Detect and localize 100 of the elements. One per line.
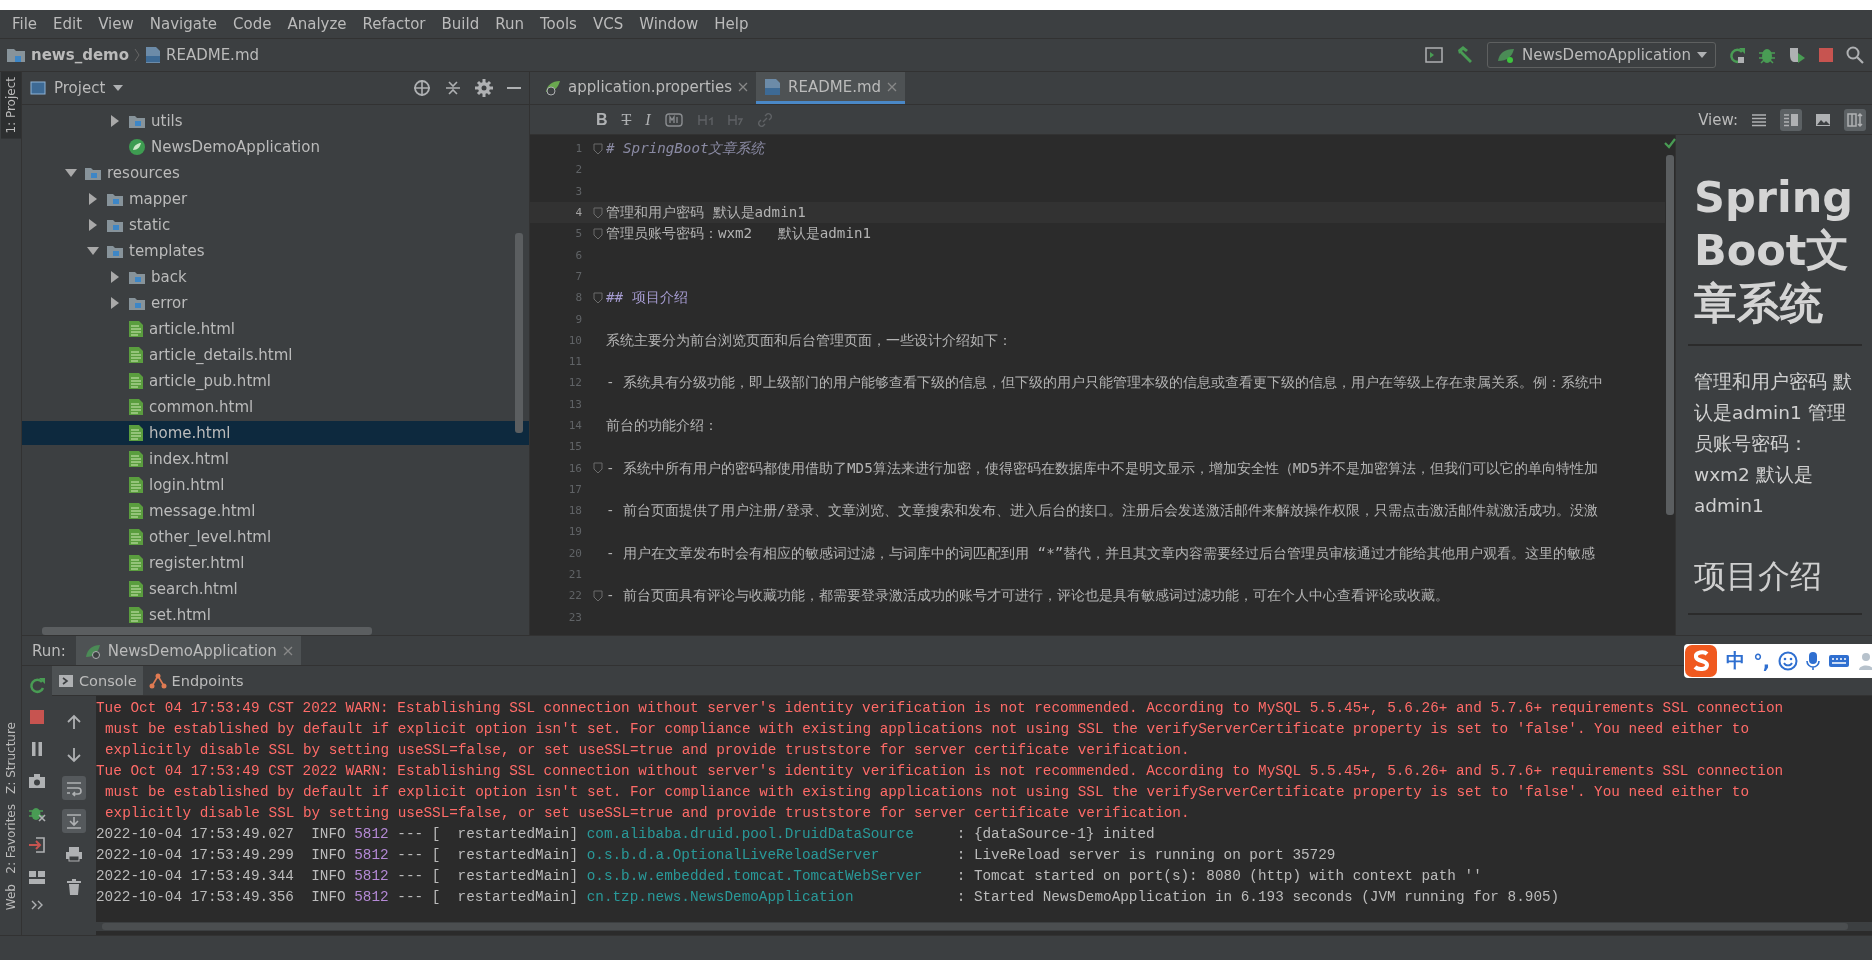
down-arrow-icon[interactable] [65, 746, 83, 764]
format-button[interactable]: T [621, 110, 632, 129]
coverage-icon[interactable] [1788, 46, 1806, 64]
fold-marker-icon[interactable] [593, 589, 603, 602]
format-button[interactable]: B [596, 110, 608, 129]
ime-option[interactable]: °, [1753, 650, 1770, 672]
menu-item[interactable]: Navigate [141, 15, 226, 33]
tool-window-button[interactable]: Z: Structure [0, 717, 21, 800]
run-configuration-dropdown[interactable]: NewsDemoApplication [1487, 42, 1716, 68]
tree-item[interactable]: mapper [22, 187, 529, 211]
menu-item[interactable]: Window [631, 15, 707, 33]
stop-icon[interactable] [1818, 47, 1834, 63]
tree-item[interactable]: message.html [22, 499, 529, 523]
crosshair-icon[interactable] [413, 79, 431, 97]
menu-item[interactable]: VCS [584, 15, 632, 33]
layout-icon[interactable] [28, 868, 46, 886]
tree-item[interactable]: article.html [22, 317, 529, 341]
format-button[interactable]: I [645, 110, 651, 129]
close-icon[interactable] [738, 81, 749, 92]
smiley-icon[interactable] [1778, 651, 1798, 671]
expand-arrow-icon[interactable] [110, 297, 120, 309]
editor-tab[interactable]: application.properties [536, 72, 757, 104]
rerun-icon[interactable] [28, 676, 46, 694]
tree-item[interactable]: static [22, 213, 529, 237]
expand-arrow-icon[interactable] [110, 115, 120, 127]
split-view-icon[interactable] [1783, 111, 1799, 128]
tree-item[interactable]: resources [22, 161, 529, 185]
print-icon[interactable] [65, 845, 83, 863]
fold-marker-icon[interactable] [593, 142, 603, 155]
ime-option[interactable]: 中 [1726, 648, 1746, 674]
tree-item[interactable]: search.html [22, 577, 529, 601]
collapse-arrow-icon[interactable] [87, 246, 99, 256]
microphone-icon[interactable] [1806, 651, 1820, 671]
search-icon[interactable] [1846, 46, 1864, 64]
expand-arrow-icon[interactable] [88, 193, 98, 205]
menu-item[interactable]: Help [706, 15, 757, 33]
run-tab[interactable]: NewsDemoApplication [75, 636, 301, 665]
tree-item[interactable]: index.html [22, 447, 529, 471]
menu-item[interactable]: Run [487, 15, 532, 33]
scroll-sync-icon[interactable] [1847, 111, 1863, 128]
tree-item[interactable]: utils [22, 109, 529, 133]
tree-item[interactable]: register.html [22, 551, 529, 575]
caret-icon[interactable] [113, 85, 124, 91]
minimize-icon[interactable] [507, 86, 521, 90]
expand-arrow-icon[interactable] [88, 219, 98, 231]
tree-item[interactable]: home.html [22, 421, 529, 445]
bug-icon[interactable] [1758, 46, 1776, 64]
tree-item[interactable]: article_pub.html [22, 369, 529, 393]
console-tab[interactable]: Endpoints [142, 666, 250, 695]
menu-item[interactable]: Analyze [279, 15, 355, 33]
menu-item[interactable]: View [90, 15, 142, 33]
expand-arrow-icon[interactable] [110, 271, 120, 283]
tree-item[interactable]: other_level.html [22, 525, 529, 549]
tree-item[interactable]: common.html [22, 395, 529, 419]
tree-item[interactable]: NewsDemoApplication [22, 135, 529, 159]
menu-item[interactable]: Code [225, 15, 280, 33]
fold-marker-icon[interactable] [593, 227, 603, 240]
image-icon[interactable] [1815, 111, 1831, 128]
menu-item[interactable]: File [4, 15, 46, 33]
tree-item[interactable]: templates [22, 239, 529, 263]
list-view-icon[interactable] [1751, 111, 1767, 128]
scroll-to-end-icon[interactable] [65, 812, 83, 830]
menu-item[interactable]: Refactor [354, 15, 434, 33]
file-icon [128, 372, 144, 390]
editor-tab[interactable]: README.md [756, 72, 906, 104]
console-tab[interactable]: Console [52, 666, 143, 695]
collapse-all-icon[interactable] [445, 79, 461, 97]
fold-marker-icon[interactable] [593, 291, 603, 304]
login-icon[interactable] [28, 836, 46, 854]
tool-window-button[interactable]: Web [0, 878, 21, 915]
tree-item[interactable]: error [22, 291, 529, 315]
stop-icon[interactable] [28, 708, 46, 726]
line-number: 14 [567, 419, 583, 432]
breadcrumb-item[interactable]: news_demo [31, 46, 129, 64]
code-icon[interactable] [664, 111, 683, 128]
soft-wrap-icon[interactable] [65, 779, 83, 797]
breadcrumb-item[interactable]: README.md [166, 46, 260, 64]
menu-item[interactable]: Build [433, 15, 488, 33]
line-number: 16 [567, 461, 583, 475]
keyboard-icon[interactable] [1828, 653, 1850, 669]
up-arrow-icon[interactable] [65, 713, 83, 731]
trash-icon[interactable] [65, 878, 83, 896]
tree-item[interactable]: back [22, 265, 529, 289]
rerun-icon[interactable] [1728, 46, 1746, 64]
camera-icon[interactable] [28, 772, 46, 790]
menu-item[interactable]: Tools [531, 15, 585, 33]
panel-title[interactable]: Project [54, 79, 106, 97]
tool-window-button[interactable]: 2: Favorites [0, 799, 21, 879]
log-line: explicitly disable SSL by setting useSSL=false, or set useSSL=true and provide truststore for server certificate verification. [104, 741, 1191, 760]
menu-item[interactable]: Edit [45, 15, 91, 33]
tree-item[interactable]: set.html [22, 603, 529, 627]
settings-icon[interactable] [475, 79, 493, 97]
tree-item[interactable]: login.html [22, 473, 529, 497]
terminal-icon[interactable] [1425, 47, 1444, 63]
fold-marker-icon[interactable] [593, 206, 603, 219]
tree-item[interactable]: article_details.html [22, 343, 529, 367]
collapse-arrow-icon[interactable] [65, 168, 77, 178]
chevron-double-icon[interactable] [31, 900, 43, 910]
fold-marker-icon[interactable] [593, 462, 603, 475]
tool-window-button[interactable]: 1: Project [0, 72, 21, 139]
